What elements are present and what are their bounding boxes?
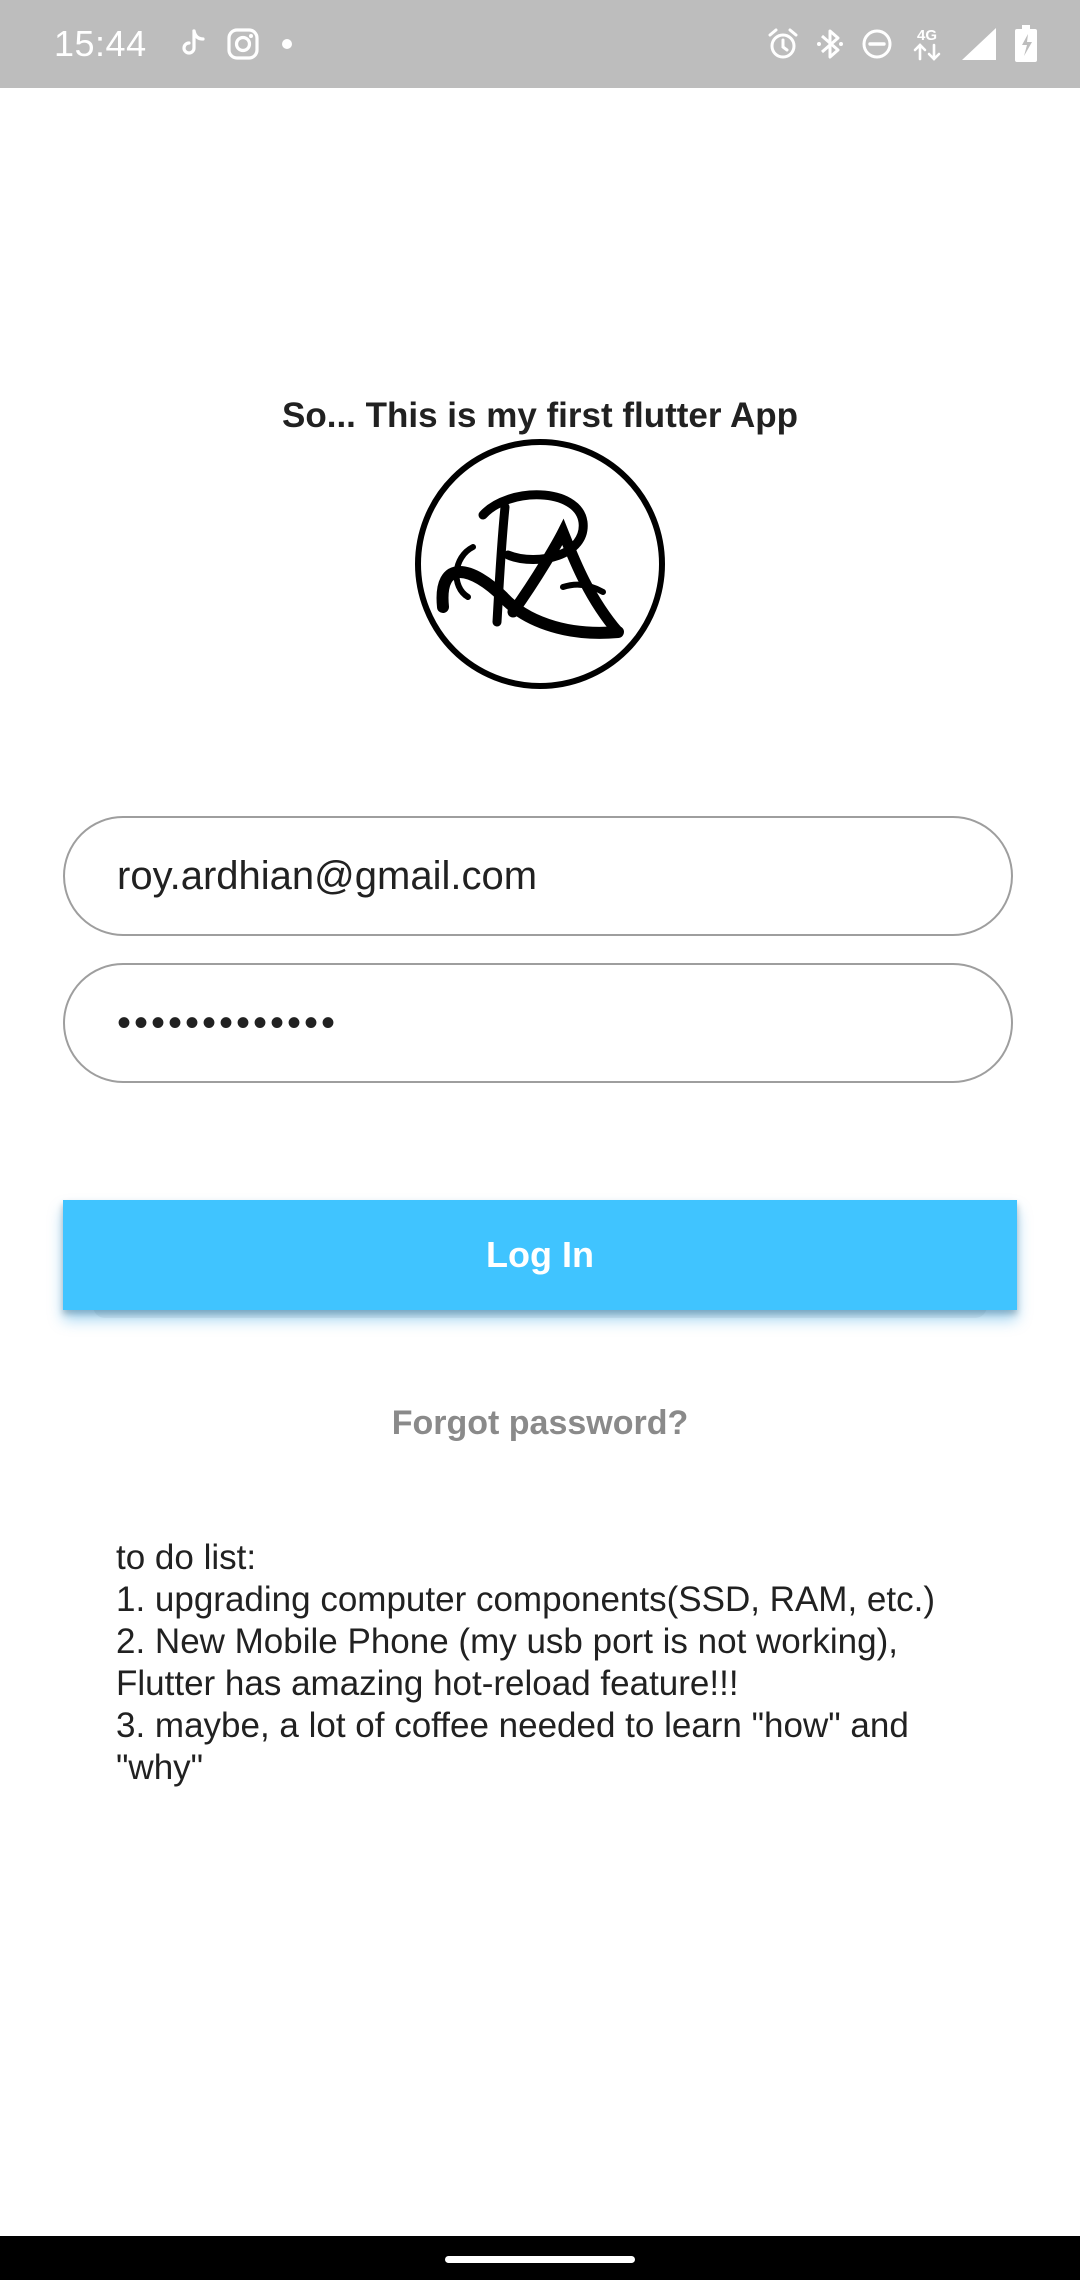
forgot-password-link[interactable]: Forgot password? — [0, 1399, 1080, 1447]
password-field-value: ••••••••••••• — [117, 1000, 339, 1045]
navigation-bar — [0, 2236, 1080, 2280]
logo — [413, 437, 667, 691]
status-bar: 15:44 4G — [0, 0, 1080, 88]
status-left-icons — [180, 26, 294, 62]
home-indicator[interactable] — [445, 2256, 635, 2263]
todo-list: to do list: 1. upgrading computer compon… — [116, 1537, 1016, 1789]
todo-line: 3. maybe, a lot of coffee needed to lear… — [116, 1706, 909, 1745]
tiktok-icon — [180, 29, 206, 59]
dot-icon — [280, 37, 294, 51]
password-field[interactable]: ••••••••••••• — [63, 963, 1013, 1083]
status-right-icons: 4G — [766, 24, 1038, 64]
email-field-value: roy.ardhian@gmail.com — [117, 853, 538, 898]
page-title: So... This is my first flutter App — [282, 396, 798, 435]
todo-line: to do list: — [116, 1538, 257, 1577]
bluetooth-icon — [816, 26, 844, 62]
alarm-icon — [766, 27, 800, 61]
signal-icon — [960, 26, 998, 62]
battery-charging-icon — [1014, 25, 1038, 63]
login-button-label: Log In — [486, 1234, 594, 1275]
todo-line: "why" — [116, 1748, 204, 1787]
todo-line: 1. upgrading computer components(SSD, RA… — [116, 1580, 935, 1619]
instagram-icon — [226, 27, 260, 61]
do-not-disturb-icon — [860, 27, 894, 61]
network-4g-label: 4G — [917, 27, 937, 44]
todo-line: Flutter has amazing hot-reload feature!!… — [116, 1664, 739, 1703]
todo-line: 2. New Mobile Phone (my usb port is not … — [116, 1622, 898, 1661]
status-time: 15:44 — [54, 23, 147, 64]
email-field[interactable]: roy.ardhian@gmail.com — [63, 816, 1013, 936]
network-4g-icon: 4G — [910, 25, 944, 63]
login-button[interactable]: Log In — [63, 1200, 1017, 1318]
